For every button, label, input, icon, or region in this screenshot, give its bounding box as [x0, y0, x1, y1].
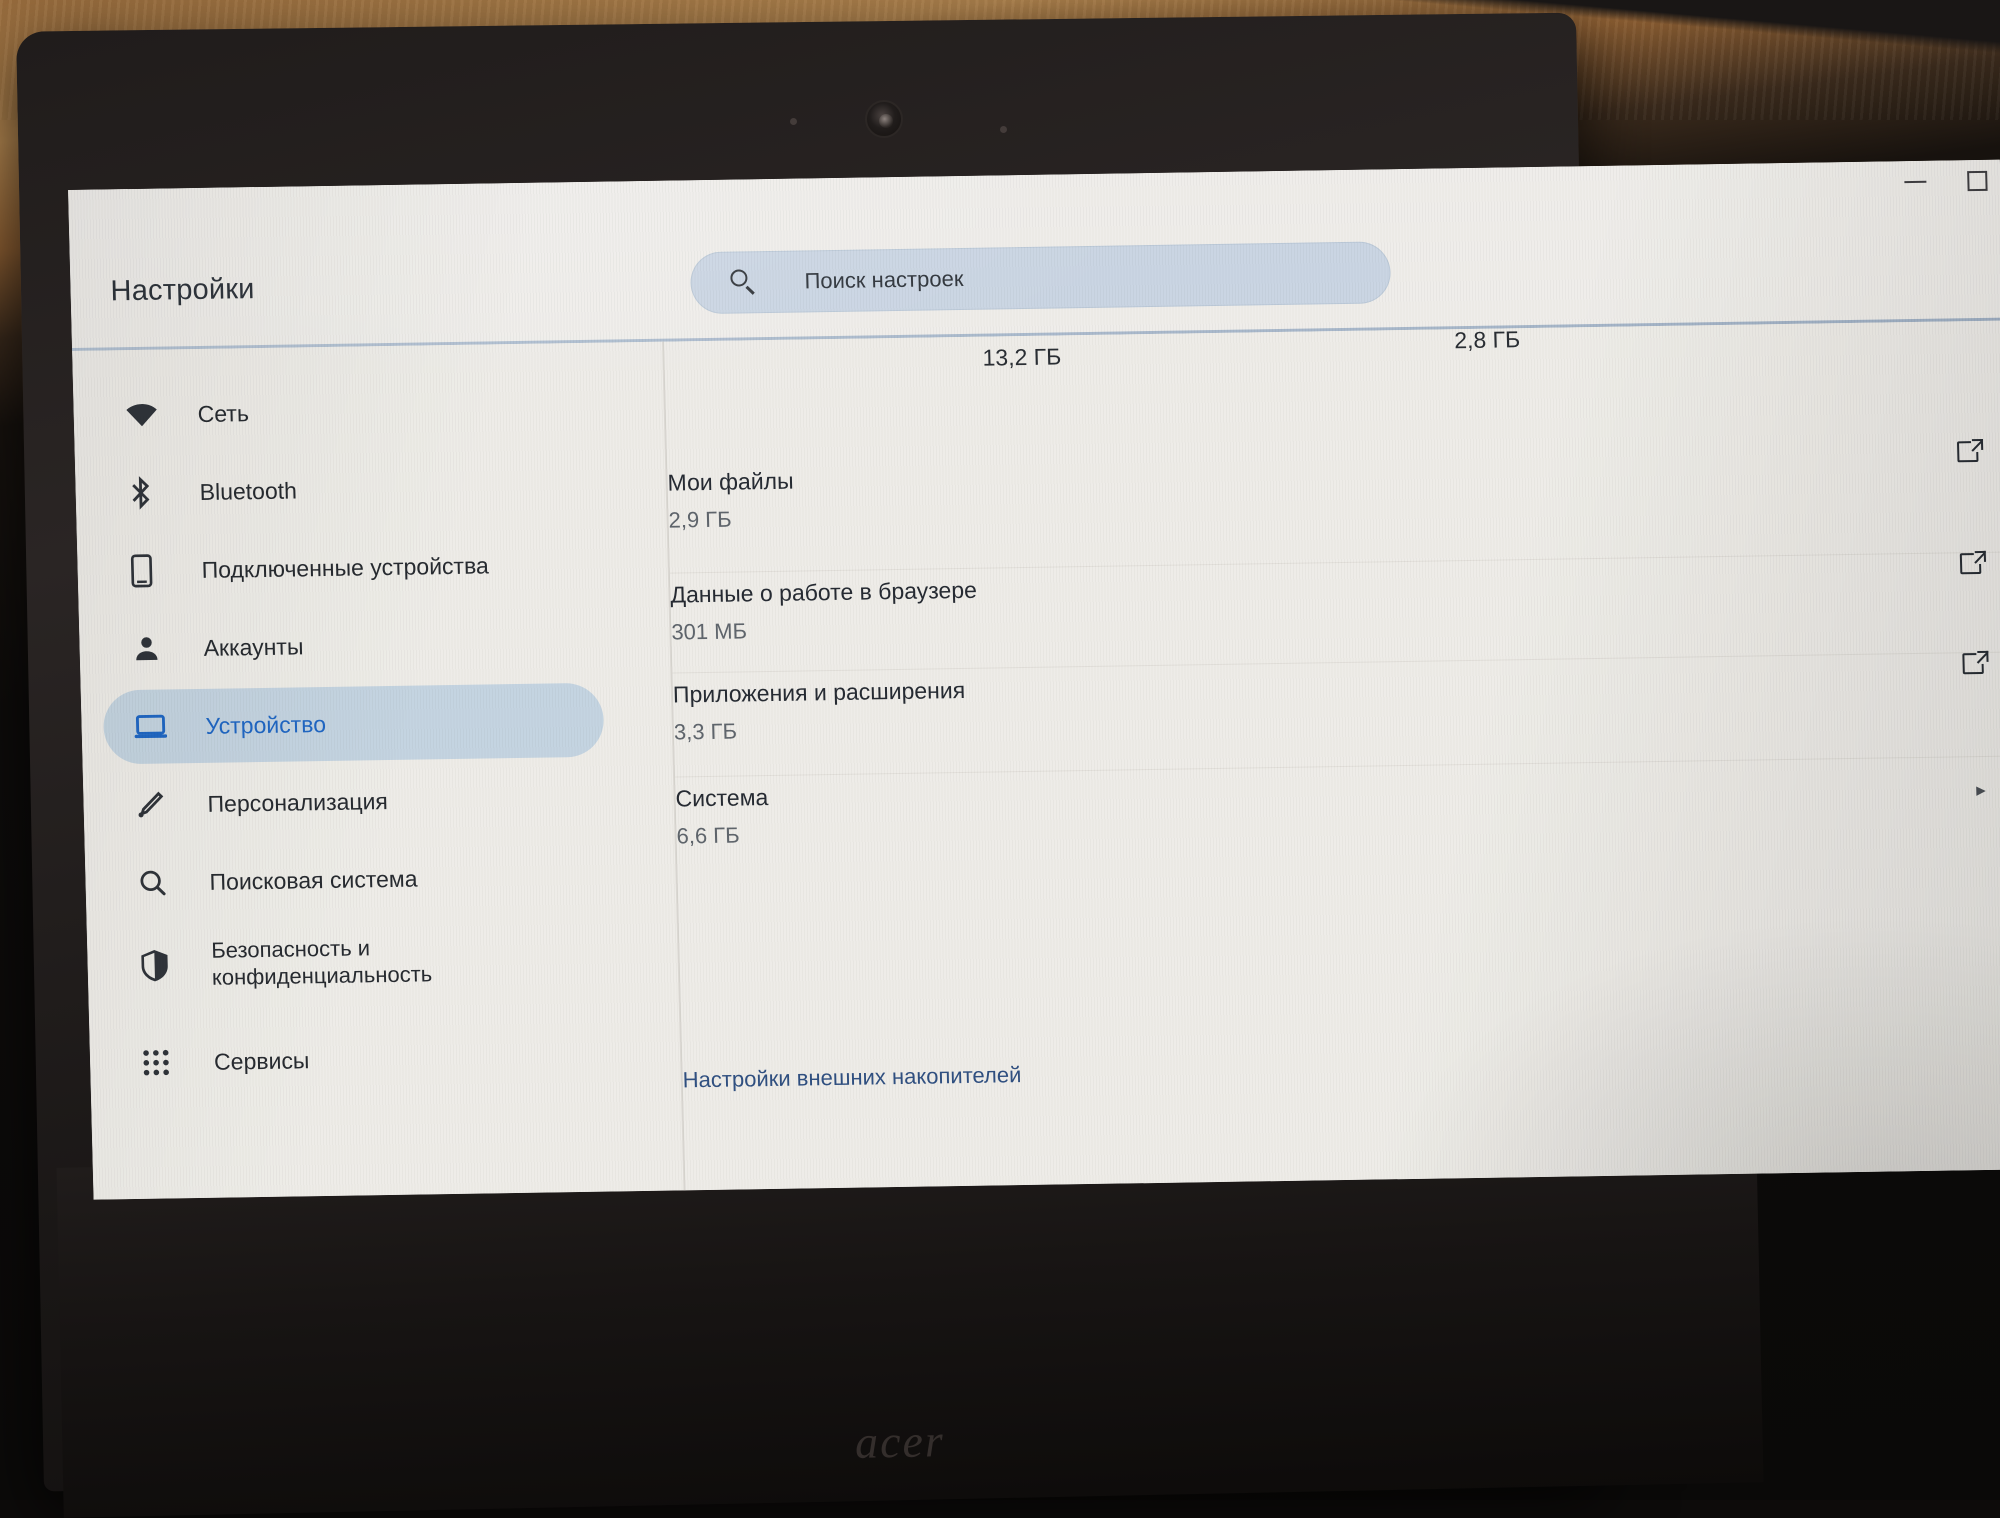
storage-row-size: 3,3 ГБ	[674, 719, 738, 746]
storage-row-name: Приложения и расширения	[673, 677, 966, 709]
storage-row-apps-extensions[interactable]: Приложения и расширения 3,3 ГБ	[672, 652, 2000, 777]
open-in-new-icon[interactable]	[1962, 649, 1991, 677]
pen-icon	[135, 789, 182, 820]
sidebar-item-network[interactable]: Сеть	[95, 371, 597, 453]
sidebar: Сеть Bluetooth Подключенные устройства А…	[72, 342, 684, 1200]
webcam-sensor-dot	[1000, 126, 1007, 133]
brand-logo: acer	[854, 1414, 945, 1469]
maximize-button[interactable]	[1964, 168, 1991, 194]
shield-icon	[139, 948, 186, 983]
open-in-new-icon[interactable]	[1960, 549, 1989, 577]
sidebar-item-bluetooth[interactable]: Bluetooth	[97, 449, 599, 531]
page-title: Настройки	[110, 273, 255, 308]
sidebar-item-label: Персонализация	[207, 787, 388, 818]
sidebar-item-security-privacy[interactable]: Безопасность и конфиденциальность	[108, 911, 610, 1015]
storage-row-name: Система	[675, 784, 768, 812]
webcam-indicator-dot	[790, 118, 797, 125]
search-input[interactable]: Поиск настроек	[690, 241, 1392, 314]
sidebar-item-services[interactable]: Сервисы	[111, 1019, 613, 1101]
storage-row-size: 2,9 ГБ	[668, 507, 732, 534]
storage-row-size: 6,6 ГБ	[676, 823, 740, 850]
sidebar-item-label: Безопасность и конфиденциальность	[211, 933, 542, 992]
search-icon	[137, 867, 184, 898]
storage-used-label: 13,2 ГБ	[982, 343, 1061, 371]
settings-body: Сеть Bluetooth Подключенные устройства А…	[72, 321, 2000, 1200]
storage-row-size: 301 МБ	[671, 618, 747, 645]
sidebar-item-label: Подключенные устройства	[201, 551, 489, 584]
wifi-icon	[125, 402, 172, 427]
chevron-right-icon: ▸	[1976, 779, 1986, 802]
person-icon	[131, 633, 178, 664]
sidebar-item-personalization[interactable]: Персонализация	[105, 761, 607, 843]
search-placeholder: Поиск настроек	[804, 266, 964, 294]
storage-row-name: Мои файлы	[667, 468, 794, 497]
sidebar-item-label: Аккаунты	[203, 632, 303, 662]
sidebar-item-device[interactable]: Устройство	[103, 683, 605, 765]
sidebar-item-label: Устройство	[205, 710, 326, 740]
phone-icon	[129, 553, 176, 588]
storage-row-my-files[interactable]: Мои файлы 2,9 ГБ	[667, 441, 2000, 574]
sidebar-item-label: Сеть	[197, 399, 249, 428]
apps-grid-icon	[142, 1048, 189, 1077]
sidebar-item-label: Поисковая система	[209, 865, 418, 896]
sidebar-item-label: Сервисы	[214, 1046, 310, 1076]
device-storage-panel: 13,2 ГБ 2,8 ГБ Мои файлы 2,9 ГБ Данные о…	[664, 321, 2000, 1200]
sidebar-item-accounts[interactable]: Аккаунты	[101, 605, 603, 687]
window-controls	[1902, 168, 1991, 195]
laptop-icon	[133, 713, 180, 740]
storage-row-system[interactable]: Система 6,6 ГБ ▸	[675, 756, 2000, 881]
minimize-button[interactable]	[1902, 169, 1929, 195]
search-icon	[730, 269, 757, 295]
sidebar-item-label: Bluetooth	[199, 476, 297, 506]
storage-row-name: Данные о работе в браузере	[670, 577, 977, 609]
bluetooth-icon	[127, 475, 174, 510]
laptop-screen: Настройки Поиск настроек Сеть Bluetooth	[68, 160, 2000, 1200]
external-storage-settings-link[interactable]: Настройки внешних накопителей	[682, 1062, 1021, 1093]
storage-available-label: 2,8 ГБ	[1454, 326, 1521, 354]
sidebar-item-connected-devices[interactable]: Подключенные устройства	[99, 527, 601, 609]
storage-breakdown-list: Мои файлы 2,9 ГБ Данные о работе в брауз…	[667, 441, 2000, 882]
open-in-new-icon[interactable]	[1957, 437, 1986, 465]
sidebar-item-search-engine[interactable]: Поисковая система	[107, 839, 609, 921]
